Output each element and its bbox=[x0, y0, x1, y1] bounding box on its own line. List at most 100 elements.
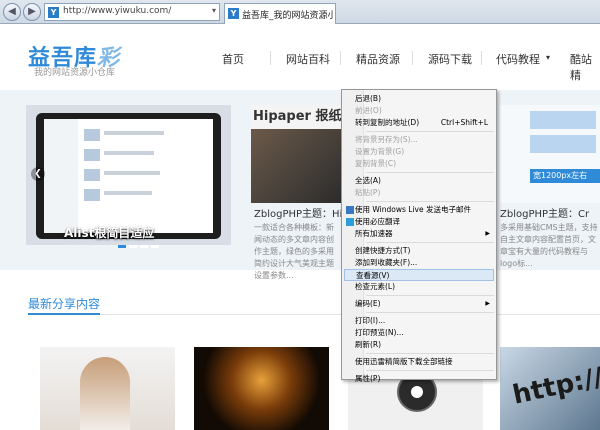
nav-divider bbox=[340, 51, 341, 65]
menu-item-label: 属性(P) bbox=[355, 374, 381, 383]
screenshot-row bbox=[104, 151, 154, 155]
tablet-screen bbox=[44, 119, 213, 233]
screenshot-thumb bbox=[84, 189, 100, 201]
back-icon[interactable]: ◀ bbox=[3, 3, 21, 21]
slide-cms-tag: 宽1200px左右 bbox=[530, 169, 600, 183]
menu-item-label: 刷新(R) bbox=[355, 340, 382, 349]
screenshot-row bbox=[104, 191, 152, 195]
context-menu-item[interactable]: 属性(P) bbox=[344, 373, 494, 385]
browser-tab[interactable]: Y 益吾库_我的网站资源小仓库 bbox=[224, 3, 336, 24]
screenshot-thumb bbox=[84, 129, 100, 141]
menu-item-label: 将背景另存为(S)... bbox=[355, 135, 418, 144]
context-menu-item[interactable]: 后退(B) bbox=[344, 93, 494, 105]
post-title-cms[interactable]: ZblogPHP主题：Cr bbox=[500, 205, 589, 220]
nav-divider bbox=[412, 51, 413, 65]
context-menu-item: 将背景另存为(S)... bbox=[344, 134, 494, 146]
context-menu-item[interactable]: 使用必应翻译 bbox=[344, 216, 494, 228]
menu-item-label: 使用迅雷精简版下载全部链接 bbox=[355, 357, 453, 366]
slide-dot[interactable] bbox=[151, 245, 159, 248]
menu-item-label: 复制背景(C) bbox=[355, 159, 397, 168]
menu-item-label: 后退(B) bbox=[355, 94, 381, 103]
menu-item-label: 检查元素(L) bbox=[355, 282, 396, 291]
menu-item-shortcut: Ctrl+Shift+L bbox=[440, 118, 488, 127]
nav-divider bbox=[481, 51, 482, 65]
menu-separator bbox=[366, 370, 494, 371]
menu-separator bbox=[366, 201, 494, 202]
slide-dots bbox=[118, 238, 162, 251]
tab-favicon-icon: Y bbox=[228, 8, 239, 19]
post-card-thumbnail[interactable]: http://w bbox=[500, 347, 600, 430]
post-desc-hipaper: 一款适合各种模板：新闻动态的多文章内容创作主题，绿色的多采用简约设计大气美观主题… bbox=[254, 223, 334, 280]
menu-item-label: 打印预览(N)... bbox=[355, 328, 404, 337]
slide-cms-image[interactable]: 宽1200px左右 bbox=[500, 105, 600, 203]
menu-item-label: 所有加速器 bbox=[355, 229, 393, 238]
control-center-icon[interactable] bbox=[411, 386, 423, 398]
post-card-thumbnail[interactable] bbox=[194, 347, 329, 430]
nav-cool-sites[interactable]: 酷站精 bbox=[570, 51, 600, 83]
context-menu-item[interactable]: 全选(A) bbox=[344, 175, 494, 187]
screenshot-row bbox=[104, 171, 160, 175]
browser-toolbar: ◀ ▶ Y http://www.yiwuku.com/ ▾ Y 益吾库_我的网… bbox=[0, 0, 600, 24]
context-menu-item[interactable]: 创建快捷方式(T) bbox=[344, 245, 494, 257]
context-menu-item[interactable]: 转到复制的地址(D) Ctrl+Shift+L bbox=[344, 117, 494, 129]
menu-item-label: 前进(O) bbox=[355, 106, 382, 115]
address-url[interactable]: http://www.yiwuku.com/ bbox=[63, 6, 171, 16]
menu-item-label: 打印(I)... bbox=[355, 316, 386, 325]
nav-tutorials[interactable]: 代码教程 bbox=[496, 51, 540, 67]
section-title: 最新分享内容 bbox=[28, 297, 101, 311]
slide-main[interactable]: ❮ Alist根简目适应 bbox=[26, 105, 231, 248]
address-dropdown-icon[interactable]: ▾ bbox=[212, 6, 216, 15]
context-menu-item[interactable]: 编码(E) ▶ bbox=[344, 298, 494, 310]
menu-item-label: 使用 Windows Live 发送电子邮件 bbox=[355, 205, 471, 214]
image-block bbox=[530, 135, 596, 153]
menu-item-label: 查看源(V) bbox=[356, 271, 390, 280]
context-menu-item: 前进(O) bbox=[344, 105, 494, 117]
address-bar[interactable]: Y http://www.yiwuku.com/ ▾ bbox=[44, 3, 220, 21]
context-menu-item[interactable]: 刷新(R) bbox=[344, 339, 494, 351]
post-card-thumbnail[interactable] bbox=[40, 347, 175, 430]
tablet-image bbox=[36, 113, 221, 239]
context-menu-item[interactable]: 检查元素(L) bbox=[344, 281, 494, 293]
forward-icon[interactable]: ▶ bbox=[23, 3, 41, 21]
card-text: http://w bbox=[510, 357, 600, 411]
slide-dot[interactable] bbox=[140, 245, 148, 248]
screenshot-sidebar bbox=[44, 119, 78, 233]
menu-item-label: 编码(E) bbox=[355, 299, 381, 308]
submenu-arrow-icon: ▶ bbox=[485, 300, 490, 307]
context-menu-item[interactable]: 打印(I)... bbox=[344, 315, 494, 327]
context-menu-item[interactable]: 所有加速器 ▶ bbox=[344, 228, 494, 240]
slide-hipaper-banner: Hipaper 报纸新闻 bbox=[253, 109, 341, 124]
menu-separator bbox=[366, 295, 494, 296]
slide-prev-icon[interactable]: ❮ bbox=[31, 167, 45, 181]
menu-item-label: 使用必应翻译 bbox=[355, 217, 400, 226]
menu-item-label: 添加到收藏夹(F)... bbox=[355, 258, 418, 267]
image-block bbox=[530, 111, 596, 129]
context-menu-item[interactable]: 使用迅雷精简版下载全部链接 bbox=[344, 356, 494, 368]
bing-translate-icon bbox=[346, 218, 354, 226]
slide-dot[interactable] bbox=[129, 245, 137, 248]
nav-tutorials-chevron-icon[interactable]: ▾ bbox=[546, 53, 550, 62]
logo-subtitle: 我的网站资源小仓库 bbox=[34, 68, 116, 78]
menu-item-label: 创建快捷方式(T) bbox=[355, 246, 411, 255]
newspaper-image bbox=[251, 129, 341, 203]
slide-hipaper-image[interactable]: Hipaper 报纸新闻 bbox=[251, 105, 341, 203]
nav-wiki[interactable]: 网站百科 bbox=[286, 51, 330, 67]
context-menu: 后退(B) 前进(O) 转到复制的地址(D) Ctrl+Shift+L 将背景另存为(S… bbox=[341, 89, 497, 383]
menu-item-label: 转到复制的地址(D) bbox=[355, 118, 420, 127]
context-menu-item[interactable]: 打印预览(N)... bbox=[344, 327, 494, 339]
menu-separator bbox=[366, 172, 494, 173]
nav-source[interactable]: 源码下载 bbox=[428, 51, 472, 67]
slide-dot-active[interactable] bbox=[118, 245, 126, 248]
context-menu-item: 设置为背景(G) bbox=[344, 146, 494, 158]
windows-live-icon bbox=[346, 206, 354, 214]
nav-home[interactable]: 首页 bbox=[222, 51, 244, 67]
context-menu-item[interactable]: 添加到收藏夹(F)... bbox=[344, 257, 494, 269]
nav-resources[interactable]: 精品资源 bbox=[356, 51, 400, 67]
context-menu-item[interactable]: 使用 Windows Live 发送电子邮件 bbox=[344, 204, 494, 216]
menu-item-label: 粘贴(P) bbox=[355, 188, 381, 197]
site-favicon-icon: Y bbox=[48, 7, 59, 18]
section-underline bbox=[28, 313, 100, 315]
tab-title: 益吾库_我的网站资源小仓库 bbox=[242, 11, 334, 21]
context-menu-item[interactable]: 查看源(V) bbox=[344, 269, 494, 281]
menu-separator bbox=[366, 353, 494, 354]
